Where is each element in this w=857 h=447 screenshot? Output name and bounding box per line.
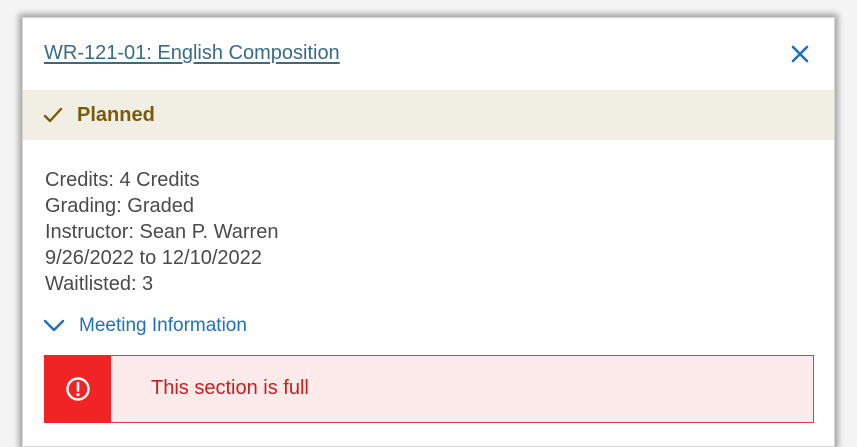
checkmark-icon: [43, 106, 63, 124]
waitlisted-text: Waitlisted: 3: [45, 273, 154, 295]
grading-text: Grading: Graded: [45, 195, 194, 217]
alert-message: This section is full: [151, 377, 309, 399]
meeting-information-label: Meeting Information: [79, 315, 247, 336]
alert-icon-box: [44, 355, 111, 423]
course-section-card: WR-121-01: English Composition Planned C…: [22, 17, 835, 447]
chevron-down-icon: [43, 319, 65, 333]
meeting-information-toggle[interactable]: Meeting Information: [43, 314, 247, 338]
status-label: Planned: [77, 104, 155, 126]
course-title-link[interactable]: WR-121-01: English Composition: [44, 42, 340, 65]
date-range-text: 9/26/2022 to 12/10/2022: [45, 247, 262, 269]
section-full-alert: This section is full: [44, 355, 814, 423]
section-details: Credits: 4 Credits Grading: Graded Instr…: [45, 167, 278, 297]
exclamation-circle-icon: [65, 376, 91, 402]
close-icon[interactable]: [790, 44, 810, 64]
status-banner: Planned: [23, 90, 834, 140]
instructor-text: Instructor: Sean P. Warren: [45, 221, 279, 243]
credits-text: Credits: 4 Credits: [45, 169, 200, 191]
card-header: WR-121-01: English Composition: [23, 18, 834, 90]
